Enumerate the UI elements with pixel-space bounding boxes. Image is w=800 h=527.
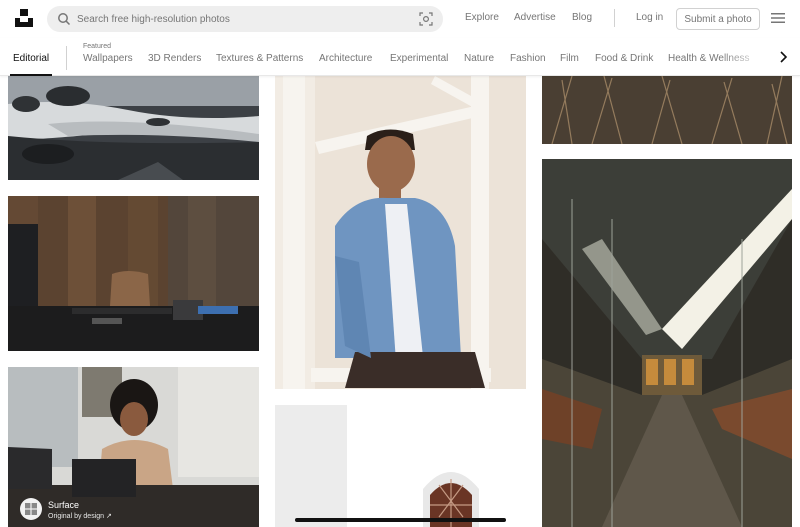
submit-photo-button[interactable]: Submit a photo bbox=[676, 8, 760, 30]
featured-caption: Featured bbox=[83, 43, 112, 50]
tab-food-drink[interactable]: Food & Drink bbox=[595, 53, 653, 64]
tab-experimental[interactable]: Experimental bbox=[390, 53, 448, 64]
active-tab-underline bbox=[10, 74, 52, 76]
header-divider bbox=[614, 9, 615, 27]
advertise-link[interactable]: Advertise bbox=[514, 12, 556, 23]
surface-logo-icon bbox=[20, 498, 42, 520]
attribution-name[interactable]: Surface bbox=[48, 500, 79, 510]
category-nav: Editorial Featured Wallpapers 3D Renders… bbox=[0, 38, 800, 76]
blog-link[interactable]: Blog bbox=[572, 12, 592, 23]
tab-editorial[interactable]: Editorial bbox=[13, 53, 49, 64]
search-icon[interactable] bbox=[57, 12, 71, 26]
tab-fashion[interactable]: Fashion bbox=[510, 53, 546, 64]
tab-wallpapers[interactable]: Wallpapers bbox=[83, 53, 133, 64]
tab-film[interactable]: Film bbox=[560, 53, 579, 64]
tab-architecture[interactable]: Architecture bbox=[319, 53, 372, 64]
attribution-subtitle[interactable]: Original by design ↗ bbox=[48, 512, 112, 520]
photo-subway-car[interactable] bbox=[542, 159, 792, 527]
photo-office-desk[interactable] bbox=[8, 196, 259, 351]
tab-textures-patterns[interactable]: Textures & Patterns bbox=[216, 53, 303, 64]
login-link[interactable]: Log in bbox=[636, 12, 663, 23]
tab-nature[interactable]: Nature bbox=[464, 53, 494, 64]
top-header: Explore Advertise Blog Log in Submit a p… bbox=[0, 0, 800, 38]
nav-divider bbox=[66, 46, 67, 70]
search-bar[interactable] bbox=[47, 6, 443, 32]
home-indicator bbox=[295, 518, 506, 522]
chevron-right-icon[interactable] bbox=[776, 50, 790, 64]
hamburger-menu-icon[interactable] bbox=[771, 12, 785, 24]
photo-dry-grass[interactable] bbox=[542, 76, 792, 144]
photo-rocky-beach[interactable] bbox=[8, 76, 259, 180]
explore-link[interactable]: Explore bbox=[465, 12, 499, 23]
photo-white-building[interactable] bbox=[275, 405, 526, 527]
photo-attribution[interactable]: Surface Original by design ↗ bbox=[20, 498, 112, 520]
photo-woman-laptop[interactable] bbox=[8, 367, 259, 527]
search-input[interactable] bbox=[77, 6, 427, 32]
unsplash-logo-icon[interactable] bbox=[14, 8, 34, 28]
tab-3d-renders[interactable]: 3D Renders bbox=[148, 53, 201, 64]
visual-search-icon[interactable] bbox=[419, 12, 433, 26]
photo-man-denim-jacket[interactable] bbox=[275, 76, 526, 389]
